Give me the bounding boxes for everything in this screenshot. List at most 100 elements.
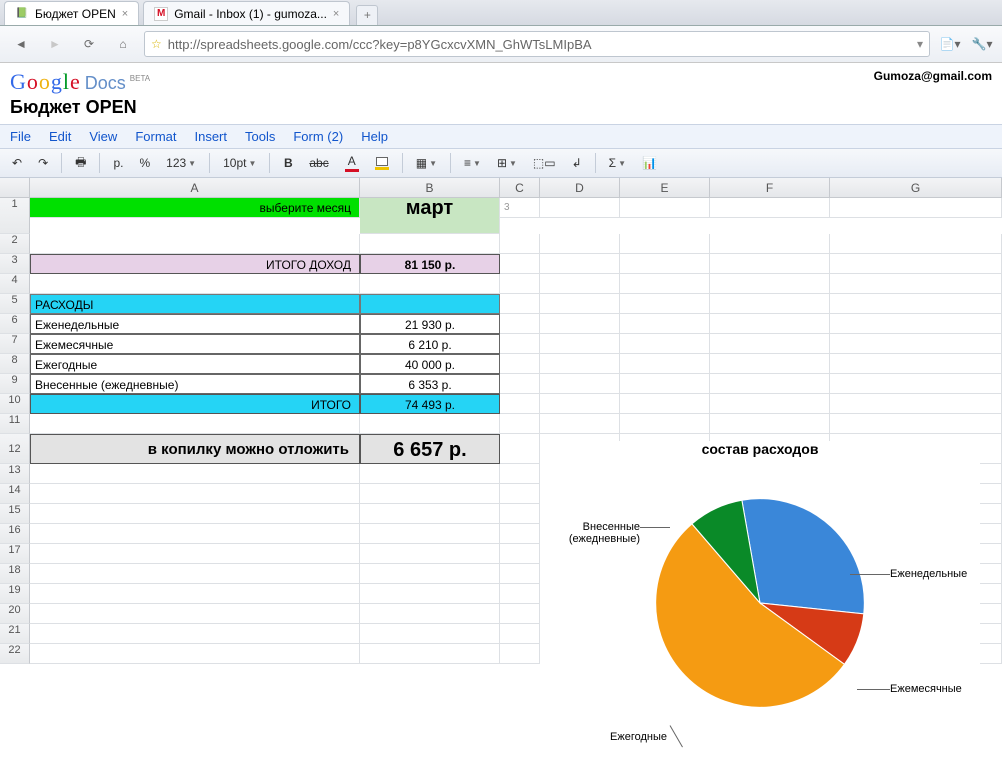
cell[interactable] xyxy=(620,294,710,314)
cell[interactable] xyxy=(710,374,830,394)
cell[interactable] xyxy=(500,314,540,334)
cell[interactable] xyxy=(500,544,540,564)
cell[interactable] xyxy=(830,544,1002,564)
row-header[interactable]: 21 xyxy=(0,624,30,644)
row-header[interactable]: 20 xyxy=(0,604,30,624)
cell[interactable] xyxy=(540,434,620,464)
row-header[interactable]: 22 xyxy=(0,644,30,664)
align-button[interactable]: ≡▼ xyxy=(458,152,487,174)
cell[interactable] xyxy=(540,334,620,354)
cell[interactable] xyxy=(710,394,830,414)
insert-button[interactable]: ⊞▼ xyxy=(491,152,523,174)
undo-button[interactable]: ↶ xyxy=(6,152,28,174)
menu-insert[interactable]: Insert xyxy=(194,129,227,144)
cell[interactable] xyxy=(620,354,710,374)
cell[interactable] xyxy=(30,274,360,294)
url-bar[interactable]: ☆ http://spreadsheets.google.com/ccc?key… xyxy=(144,31,930,57)
cell[interactable] xyxy=(540,198,620,218)
cell[interactable] xyxy=(620,334,710,354)
cell[interactable] xyxy=(500,374,540,394)
row-header[interactable]: 17 xyxy=(0,544,30,564)
cell[interactable] xyxy=(620,644,710,664)
cell[interactable] xyxy=(710,524,830,544)
cell[interactable] xyxy=(30,234,360,254)
spreadsheet-grid[interactable]: ABCDEFG1выберите месяцмарт323ИТОГО ДОХОД… xyxy=(0,178,1002,664)
cell[interactable] xyxy=(500,604,540,624)
cell[interactable] xyxy=(30,524,360,544)
cell[interactable] xyxy=(620,464,710,484)
cell[interactable] xyxy=(710,314,830,334)
user-email[interactable]: Gumoza@gmail.com xyxy=(874,69,992,95)
cell[interactable] xyxy=(360,234,500,254)
fill-color-button[interactable] xyxy=(369,152,395,174)
row-header[interactable]: 3 xyxy=(0,254,30,274)
cell[interactable]: 40 000 р. xyxy=(360,354,500,374)
cell[interactable] xyxy=(360,604,500,624)
cell[interactable] xyxy=(500,484,540,504)
browser-tab[interactable]: 📗 Бюджет OPEN × xyxy=(4,1,139,25)
row-header[interactable]: 5 xyxy=(0,294,30,314)
cell[interactable] xyxy=(500,274,540,294)
cell[interactable] xyxy=(540,544,620,564)
bookmark-star-icon[interactable]: ☆ xyxy=(151,37,162,51)
cell[interactable] xyxy=(360,414,500,434)
cell[interactable] xyxy=(710,624,830,644)
cell[interactable] xyxy=(30,604,360,624)
row-header[interactable]: 16 xyxy=(0,524,30,544)
reload-button[interactable]: ⟳ xyxy=(76,32,102,56)
borders-button[interactable]: ▦▼ xyxy=(410,152,443,174)
cell[interactable] xyxy=(620,198,710,218)
row-header[interactable]: 4 xyxy=(0,274,30,294)
cell[interactable] xyxy=(540,604,620,624)
cell[interactable]: выберите месяц xyxy=(30,198,360,218)
cell[interactable] xyxy=(830,374,1002,394)
cell[interactable] xyxy=(500,334,540,354)
cell[interactable] xyxy=(500,464,540,484)
cell[interactable] xyxy=(540,354,620,374)
cell[interactable] xyxy=(500,294,540,314)
cell[interactable] xyxy=(710,198,830,218)
cell[interactable]: Внесенные (ежедневные) xyxy=(30,374,360,394)
cell[interactable] xyxy=(620,374,710,394)
cell[interactable] xyxy=(500,234,540,254)
menu-form[interactable]: Form (2) xyxy=(293,129,343,144)
cell[interactable] xyxy=(500,564,540,584)
cell[interactable] xyxy=(710,464,830,484)
close-tab-icon[interactable]: × xyxy=(333,8,339,20)
row-header[interactable]: 7 xyxy=(0,334,30,354)
cell[interactable] xyxy=(710,294,830,314)
cell[interactable] xyxy=(830,484,1002,504)
cell[interactable] xyxy=(620,484,710,504)
cell[interactable] xyxy=(540,274,620,294)
row-header[interactable]: 9 xyxy=(0,374,30,394)
column-header[interactable]: C xyxy=(500,178,540,198)
cell[interactable]: 21 930 р. xyxy=(360,314,500,334)
cell[interactable]: 74 493 р. xyxy=(360,394,500,414)
cell[interactable] xyxy=(830,334,1002,354)
cell[interactable] xyxy=(500,624,540,644)
cell[interactable] xyxy=(830,434,1002,464)
cell[interactable] xyxy=(830,414,1002,434)
cell[interactable] xyxy=(540,294,620,314)
column-header[interactable]: D xyxy=(540,178,620,198)
row-header[interactable]: 12 xyxy=(0,434,30,464)
cell[interactable] xyxy=(30,504,360,524)
cell[interactable] xyxy=(360,294,500,314)
corner-cell[interactable] xyxy=(0,178,30,198)
cell[interactable] xyxy=(710,644,830,664)
cell[interactable] xyxy=(540,394,620,414)
cell[interactable] xyxy=(360,564,500,584)
cell[interactable] xyxy=(710,254,830,274)
cell[interactable] xyxy=(830,584,1002,604)
cell[interactable] xyxy=(830,254,1002,274)
cell[interactable] xyxy=(830,504,1002,524)
cell[interactable] xyxy=(360,584,500,604)
cell[interactable] xyxy=(540,584,620,604)
cell[interactable] xyxy=(30,624,360,644)
cell[interactable] xyxy=(620,504,710,524)
cell[interactable] xyxy=(360,274,500,294)
cell[interactable]: 3 xyxy=(500,198,540,218)
browser-tab[interactable]: M Gmail - Inbox (1) - gumoza... × xyxy=(143,1,350,25)
formula-button[interactable]: Σ▼ xyxy=(603,152,632,174)
wrap-button[interactable]: ↲ xyxy=(566,152,588,174)
